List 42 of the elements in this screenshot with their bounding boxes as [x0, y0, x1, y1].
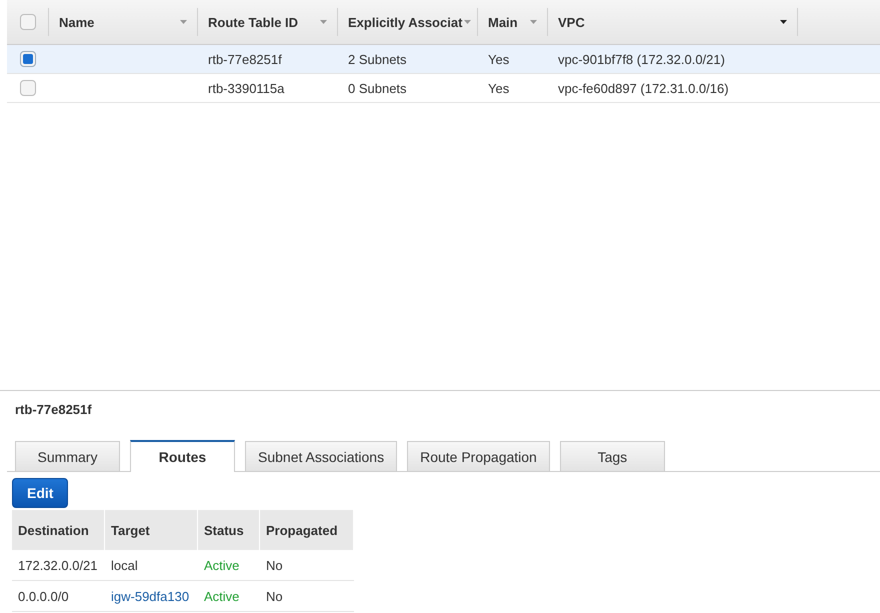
table-cell: rtb-3390115a [208, 80, 284, 96]
caret-icon[interactable] [320, 20, 327, 24]
column-header[interactable]: VPC [547, 8, 797, 36]
caret-icon[interactable] [464, 20, 472, 24]
table-cell: rtb-77e8251f [208, 52, 282, 66]
table-cell: local [111, 558, 138, 572]
tab[interactable]: Route Propagation [407, 441, 550, 471]
tab[interactable]: Summary [15, 441, 120, 471]
column-header: Propagated [260, 510, 354, 550]
row-checkbox[interactable] [20, 80, 36, 96]
column-header: Status [198, 510, 260, 550]
column-header: Target [105, 510, 198, 550]
table-cell: 172.32.0.0/21 [18, 558, 98, 572]
table-cell: vpc-901bf7f8 (172.32.0.0/21) [558, 52, 725, 66]
table-cell: Yes [488, 80, 510, 96]
target-link[interactable]: igw-59dfa130 [111, 588, 190, 604]
column-header[interactable]: Explicitly Associat [337, 8, 477, 36]
table-cell: 0.0.0.0/0 [18, 588, 69, 604]
edit-button[interactable]: Edit [12, 478, 68, 508]
select-all-checkbox[interactable] [20, 14, 36, 30]
table-cell: 0 Subnets [348, 80, 407, 96]
table-cell: No [266, 558, 283, 572]
tab[interactable]: Subnet Associations [245, 441, 398, 471]
table-row[interactable]: rtb-3390115a 0 Subnets Yes vpc-fe60d897 (172.31.0.0/16) [7, 74, 880, 103]
status-text: Active [204, 588, 240, 604]
table-cell: 2 Subnets [348, 52, 407, 66]
column-header[interactable]: Main [477, 8, 547, 36]
table-row[interactable]: rtb-77e8251f 2 Subnets Yes vpc-901bf7f8 (172.32.0.0/21) [7, 45, 880, 74]
caret-icon[interactable] [530, 20, 537, 24]
table-cell: Yes [488, 52, 510, 66]
row-checkbox[interactable] [20, 51, 36, 67]
tab[interactable]: Tags [560, 441, 665, 471]
column-header[interactable]: Route Table ID [197, 8, 337, 36]
column-header: Destination [12, 510, 105, 550]
table-cell: vpc-fe60d897 (172.31.0.0/16) [558, 80, 729, 96]
tab[interactable]: Routes [130, 440, 235, 472]
column-header[interactable]: Name [48, 8, 197, 36]
caret-icon[interactable] [180, 20, 187, 24]
status-text: Active [204, 558, 240, 572]
details-title: rtb-77e8251f [15, 402, 92, 417]
table-cell: No [266, 588, 283, 604]
sort-caret-icon[interactable] [780, 20, 787, 24]
